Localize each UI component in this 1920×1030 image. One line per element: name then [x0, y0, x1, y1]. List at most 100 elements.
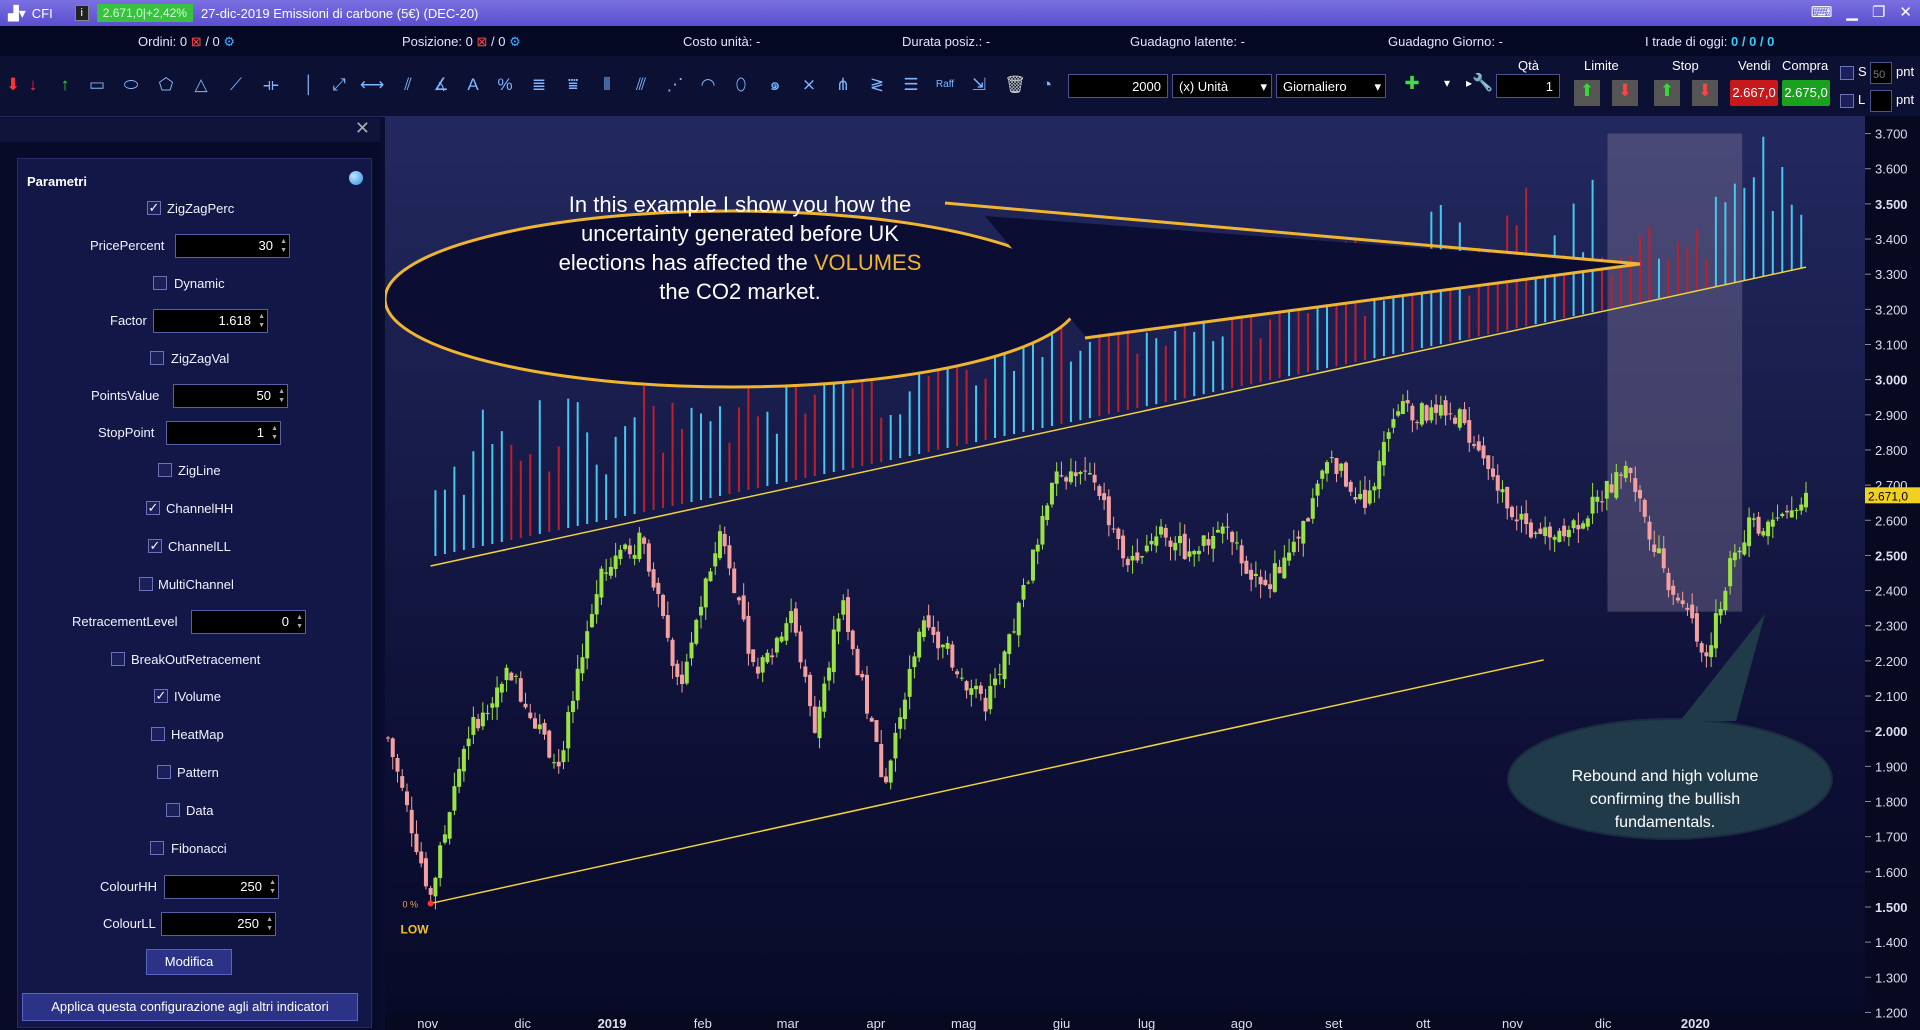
cross-lines-icon[interactable]: ⨯	[798, 74, 820, 96]
param-checkbox-ivolume[interactable]: ✓	[154, 689, 168, 703]
param-input-pricepercent[interactable]: 30 ▲ ▼	[175, 234, 290, 258]
period-select[interactable]: Giornaliero ▾	[1276, 74, 1386, 98]
keyboard-icon[interactable]: ⌨	[1811, 3, 1833, 21]
param-checkbox-zigzagperc[interactable]: ✓	[147, 201, 161, 215]
param-checkbox-channelll[interactable]: ✓	[148, 539, 162, 553]
levels-icon[interactable]: ☰	[900, 74, 922, 96]
candle	[623, 544, 628, 550]
text-tool-icon[interactable]: A	[462, 74, 484, 96]
buy-button[interactable]: 2.675,0	[1782, 80, 1830, 106]
stop-sell-icon[interactable]: ⬇	[1692, 80, 1718, 106]
candle	[1661, 548, 1666, 569]
param-checkbox-channelhh[interactable]: ✓	[146, 501, 160, 515]
time-tick-label: set	[1325, 1016, 1343, 1030]
ellipse-icon[interactable]: ⬭	[120, 74, 142, 96]
candle	[632, 554, 637, 559]
rectangle-icon[interactable]: ▭	[86, 74, 108, 96]
param-input-colourll[interactable]: 250 ▲ ▼	[161, 912, 276, 936]
close-icon[interactable]: ✕	[355, 118, 370, 139]
channel-icon[interactable]: ⫽	[397, 74, 419, 96]
limit-buy-icon[interactable]: ⬆	[1574, 80, 1600, 106]
price-tick-label: 2.400	[1875, 584, 1908, 599]
close-icon[interactable]: ✕	[1899, 3, 1912, 21]
candle	[931, 626, 936, 635]
param-checkbox-multichannel[interactable]	[139, 577, 153, 591]
minimize-icon[interactable]: ▁	[1846, 3, 1858, 21]
wrench-icon[interactable]: 🔧	[1472, 72, 1494, 94]
fib-retracement-icon[interactable]: ≣	[528, 74, 550, 96]
param-checkbox-pattern[interactable]	[157, 765, 171, 779]
spinner-icon[interactable]: ▲ ▼	[258, 312, 265, 330]
sell-button[interactable]: 2.667,0	[1730, 80, 1778, 106]
apply-config-button[interactable]: Applica questa configurazione agli altri…	[22, 993, 358, 1021]
stop-buy-icon[interactable]: ⬆	[1654, 80, 1680, 106]
cancel-orders-icon[interactable]: ⊠	[191, 34, 202, 49]
limit-sell-icon[interactable]: ⬇	[1612, 80, 1638, 106]
param-input-pointsvalue[interactable]: 50 ▲ ▼	[173, 384, 288, 408]
param-input-colourhh[interactable]: 250 ▲ ▼	[164, 875, 279, 899]
fan-icon[interactable]: ⫻	[630, 74, 652, 96]
gann-fan-icon[interactable]: ⋰	[664, 74, 686, 96]
raff-channel-icon[interactable]: Raff	[934, 74, 956, 96]
angle-icon[interactable]: ∡	[430, 74, 452, 96]
time-tick-label: nov	[417, 1016, 438, 1030]
param-checkbox-zigzagval[interactable]	[150, 351, 164, 365]
candle	[618, 549, 623, 559]
s-checkbox[interactable]	[1840, 66, 1854, 80]
modify-button[interactable]: Modifica	[146, 949, 232, 975]
param-input-factor[interactable]: 1.618 ▲ ▼	[153, 309, 268, 333]
spinner-icon[interactable]: ▲ ▼	[278, 387, 285, 405]
param-checkbox-zigline[interactable]	[158, 463, 172, 477]
indicators-dropdown-icon[interactable]: ▾	[1436, 72, 1458, 94]
spinner-icon[interactable]: ▲ ▼	[296, 613, 303, 631]
ray-icon[interactable]: ⤢	[328, 74, 350, 96]
measure-icon[interactable]: ⇲	[968, 74, 990, 96]
symbol-selector[interactable]: ▟▾ CFI	[8, 5, 53, 22]
param-input-retracementlevel[interactable]: 0 ▲ ▼	[191, 610, 306, 634]
buy-arrow-icon[interactable]: ↑	[54, 74, 76, 96]
spinner-icon[interactable]: ▲ ▼	[271, 424, 278, 442]
chart-type-icon[interactable]: ▟▾	[8, 5, 26, 22]
pnt-field[interactable]: 50	[1870, 62, 1892, 84]
restore-icon[interactable]: ❐	[1872, 3, 1885, 21]
andrews-pitchfork-icon[interactable]: ⋔	[832, 74, 854, 96]
l-checkbox[interactable]	[1840, 94, 1854, 108]
gauge-icon[interactable]: ◔	[1036, 74, 1058, 96]
unit-select[interactable]: (x) Unità ▾	[1172, 74, 1272, 98]
spinner-icon[interactable]: ▲ ▼	[269, 878, 276, 896]
param-checkbox-data[interactable]	[166, 803, 180, 817]
fib-time-icon[interactable]: ⦀	[596, 74, 618, 96]
percent-tool-icon[interactable]: %	[494, 74, 516, 96]
horizontal-line-icon[interactable]: ⟛	[260, 74, 282, 96]
info-icon[interactable]: i	[74, 5, 89, 21]
fib-extension-icon[interactable]: ⩸	[562, 74, 584, 96]
close-position-icon[interactable]: ⊠	[476, 34, 487, 49]
indicators-icon[interactable]: ✚	[1392, 72, 1432, 94]
quantity-field[interactable]: 2000	[1068, 74, 1168, 98]
speed-lines-icon[interactable]: ≷	[866, 74, 888, 96]
position-gear-icon[interactable]: ⚙	[509, 34, 521, 49]
info-globe-icon[interactable]	[349, 171, 363, 185]
pnt-field-2[interactable]	[1870, 90, 1892, 112]
spinner-icon[interactable]: ▲ ▼	[280, 237, 287, 255]
polygon-icon[interactable]: ⬠	[155, 74, 177, 96]
trendline-icon[interactable]: ⟋	[225, 74, 247, 96]
ellipse-fib-icon[interactable]: ⬯	[730, 74, 752, 96]
candle	[452, 786, 457, 811]
param-checkbox-breakoutretracement[interactable]	[111, 652, 125, 666]
arc-icon[interactable]: ◠	[697, 74, 719, 96]
param-checkbox-heatmap[interactable]	[151, 727, 165, 741]
settings-gear-icon[interactable]: ⚙	[223, 34, 235, 49]
triangle-icon[interactable]: △	[190, 74, 212, 96]
param-input-stoppoint[interactable]: 1 ▲ ▼	[166, 421, 281, 445]
param-checkbox-dynamic[interactable]	[153, 276, 167, 290]
extended-line-icon[interactable]: ⟷	[360, 74, 384, 96]
spinner-icon[interactable]: ▲ ▼	[266, 915, 273, 933]
param-checkbox-fibonacci[interactable]	[150, 841, 164, 855]
trash-icon[interactable]: 🗑	[1004, 74, 1026, 96]
arrow-down-icon[interactable]: ⬇	[2, 74, 24, 96]
spiral-icon[interactable]: ๑	[764, 74, 786, 96]
sell-arrow-icon[interactable]: ↓	[22, 74, 44, 96]
qta-field[interactable]: 1	[1496, 74, 1560, 98]
vertical-line-icon[interactable]: │	[298, 74, 320, 96]
